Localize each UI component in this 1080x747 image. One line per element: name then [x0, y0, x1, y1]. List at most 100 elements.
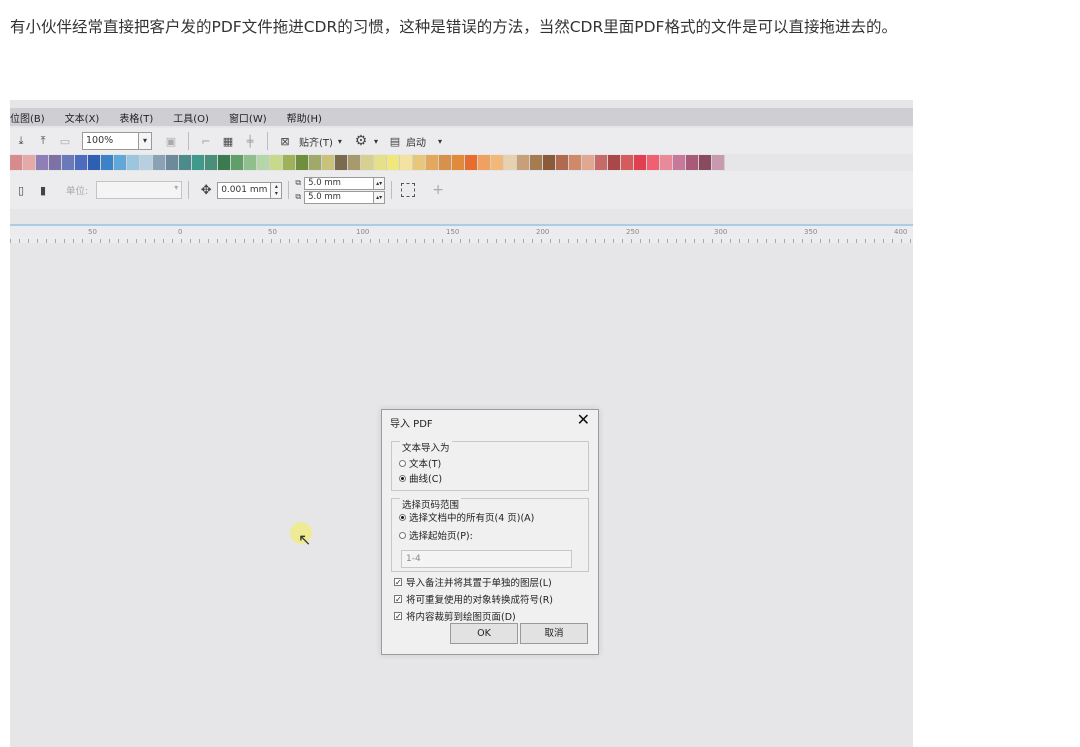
- radio-start-page[interactable]: [399, 531, 406, 539]
- color-swatch[interactable]: [426, 155, 439, 170]
- color-swatch[interactable]: [517, 155, 530, 170]
- color-swatch[interactable]: [205, 155, 218, 170]
- radio-start-page-option[interactable]: 选择起始页(P):: [399, 528, 473, 542]
- snap-to-dropdown[interactable]: 贴齐(T): [299, 134, 333, 149]
- color-swatch[interactable]: [374, 155, 387, 170]
- rulers-icon[interactable]: ⌐: [198, 133, 214, 149]
- color-swatch[interactable]: [699, 155, 712, 170]
- color-swatch[interactable]: [62, 155, 75, 170]
- cancel-button[interactable]: 取消: [520, 623, 588, 644]
- full-screen-icon[interactable]: ▣: [163, 133, 179, 149]
- color-swatch[interactable]: [348, 155, 361, 170]
- color-swatch[interactable]: [244, 155, 257, 170]
- color-swatch[interactable]: [10, 155, 23, 170]
- color-swatch[interactable]: [335, 155, 348, 170]
- page-range-input[interactable]: 1-4: [401, 550, 572, 568]
- radio-text[interactable]: [399, 459, 406, 467]
- color-swatch[interactable]: [49, 155, 62, 170]
- zoom-level-input[interactable]: 100%: [82, 132, 139, 150]
- color-swatch[interactable]: [608, 155, 621, 170]
- color-swatch[interactable]: [75, 155, 88, 170]
- color-swatch[interactable]: [361, 155, 374, 170]
- color-swatch[interactable]: [387, 155, 400, 170]
- color-swatch[interactable]: [309, 155, 322, 170]
- color-swatch[interactable]: [556, 155, 569, 170]
- menu-tools[interactable]: 工具(O): [173, 110, 209, 125]
- color-swatch[interactable]: [647, 155, 660, 170]
- distribute-icon[interactable]: ▮: [35, 182, 51, 198]
- gear-icon[interactable]: ⚙: [353, 133, 369, 149]
- color-swatch[interactable]: [400, 155, 413, 170]
- color-swatch[interactable]: [101, 155, 114, 170]
- plus-icon[interactable]: +: [430, 182, 446, 198]
- color-swatch[interactable]: [166, 155, 179, 170]
- color-swatch[interactable]: [257, 155, 270, 170]
- guidelines-icon[interactable]: ╪: [242, 133, 258, 149]
- chevron-down-icon[interactable]: ▾: [338, 137, 342, 146]
- chevron-down-icon[interactable]: ▾: [438, 137, 442, 146]
- check-icon[interactable]: ✓: [394, 595, 402, 604]
- close-icon[interactable]: ✕: [577, 410, 590, 429]
- unit-select[interactable]: ▾: [96, 181, 183, 199]
- publish-pdf-icon[interactable]: ▭: [57, 133, 73, 149]
- color-swatch[interactable]: [296, 155, 309, 170]
- color-swatch[interactable]: [114, 155, 127, 170]
- checkbox-symbols-row[interactable]: ✓ 将可重复使用的对象转换成符号(R): [394, 592, 553, 606]
- color-swatch[interactable]: [660, 155, 673, 170]
- color-swatch[interactable]: [530, 155, 543, 170]
- radio-all-pages-option[interactable]: 选择文档中的所有页(4 页)(A): [399, 510, 534, 524]
- duplicate-x-spinner[interactable]: ▴▾: [374, 176, 386, 190]
- page-frame-icon[interactable]: [401, 183, 416, 197]
- snap-icon[interactable]: ⊠: [277, 133, 293, 149]
- color-swatch[interactable]: [712, 155, 725, 170]
- zoom-dropdown-icon[interactable]: ▾: [139, 132, 152, 150]
- color-swatch[interactable]: [621, 155, 634, 170]
- checkbox-crop-row[interactable]: ✓ 将内容裁剪到绘图页面(D): [394, 609, 516, 623]
- duplicate-y-spinner[interactable]: ▴▾: [374, 190, 386, 204]
- color-swatch[interactable]: [491, 155, 504, 170]
- color-swatch[interactable]: [140, 155, 153, 170]
- check-icon[interactable]: ✓: [394, 612, 402, 621]
- import-icon[interactable]: ⤓: [13, 133, 29, 149]
- duplicate-x-input[interactable]: 5.0 mm: [304, 176, 375, 190]
- color-swatch[interactable]: [452, 155, 465, 170]
- color-swatch[interactable]: [192, 155, 205, 170]
- color-swatch[interactable]: [582, 155, 595, 170]
- menu-table[interactable]: 表格(T): [119, 110, 153, 125]
- color-swatch[interactable]: [270, 155, 283, 170]
- color-swatch[interactable]: [88, 155, 101, 170]
- color-swatch[interactable]: [569, 155, 582, 170]
- menu-bitmap[interactable]: 位图(B): [10, 110, 45, 125]
- color-swatch[interactable]: [283, 155, 296, 170]
- horizontal-ruler[interactable]: 50 0 50 100 150 200 250 300 350 400: [10, 224, 913, 244]
- color-swatch[interactable]: [595, 155, 608, 170]
- color-swatch[interactable]: [478, 155, 491, 170]
- duplicate-y-input[interactable]: 5.0 mm: [304, 190, 375, 204]
- color-swatch[interactable]: [543, 155, 556, 170]
- color-swatch[interactable]: [322, 155, 335, 170]
- launch-icon[interactable]: ▤: [387, 133, 403, 149]
- color-swatch[interactable]: [673, 155, 686, 170]
- color-swatch[interactable]: [23, 155, 36, 170]
- check-icon[interactable]: ✓: [394, 578, 402, 587]
- color-swatch[interactable]: [465, 155, 478, 170]
- menu-text[interactable]: 文本(X): [65, 110, 100, 125]
- radio-curves-option[interactable]: 曲线(C): [399, 471, 442, 485]
- nudge-distance-input[interactable]: 0.001 mm: [217, 181, 272, 199]
- color-swatch[interactable]: [504, 155, 517, 170]
- launch-dropdown[interactable]: 启动: [406, 134, 426, 149]
- align-icon[interactable]: ▯: [13, 182, 29, 198]
- export-icon[interactable]: ⤒: [35, 133, 51, 149]
- color-swatch[interactable]: [179, 155, 192, 170]
- grid-icon[interactable]: ▦: [220, 133, 236, 149]
- radio-curves[interactable]: [399, 474, 406, 482]
- color-swatch[interactable]: [413, 155, 426, 170]
- color-swatch[interactable]: [686, 155, 699, 170]
- color-swatch[interactable]: [127, 155, 140, 170]
- radio-text-option[interactable]: 文本(T): [399, 456, 441, 470]
- color-swatch[interactable]: [231, 155, 244, 170]
- color-swatch[interactable]: [153, 155, 166, 170]
- chevron-down-icon[interactable]: ▾: [374, 137, 378, 146]
- checkbox-notes-row[interactable]: ✓ 导入备注并将其置于单独的图层(L): [394, 575, 552, 589]
- color-swatch[interactable]: [634, 155, 647, 170]
